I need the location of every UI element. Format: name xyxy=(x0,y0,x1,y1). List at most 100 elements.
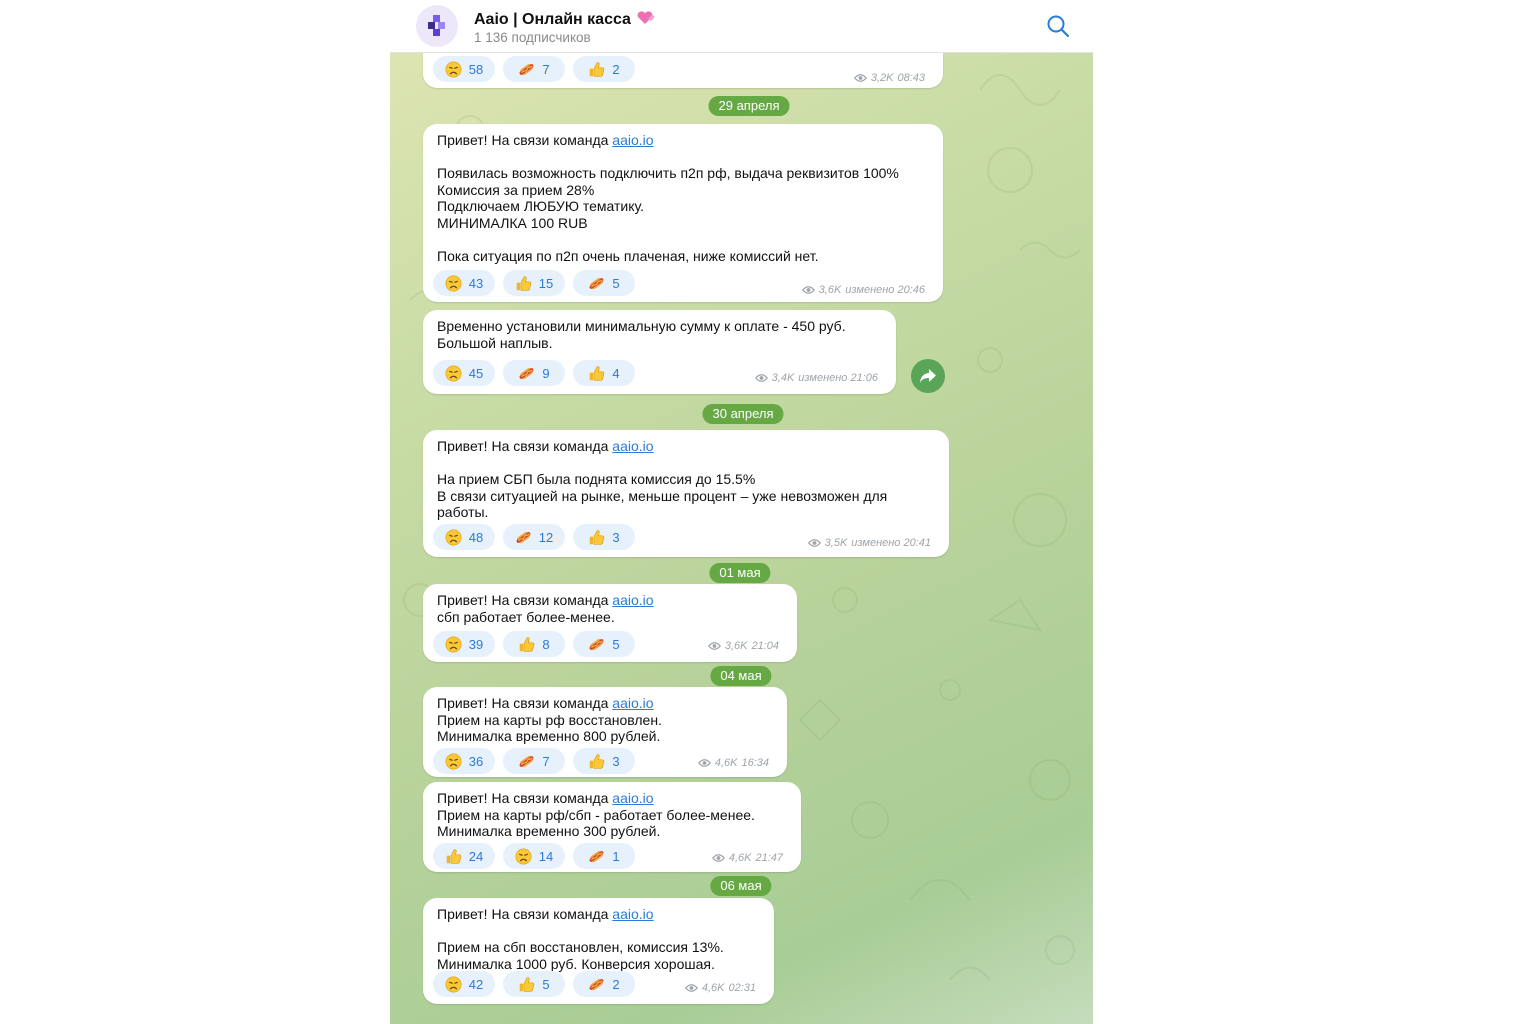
post-line: Минималка временно 300 рублей. xyxy=(437,823,661,840)
post-meta: 4,6K 02:31 xyxy=(684,982,756,994)
aaio-logo-icon xyxy=(428,15,445,36)
post-time: изменено 20:41 xyxy=(851,537,931,549)
channel-post[interactable]: Привет! На связи команда aaio.io Прием на… xyxy=(423,687,787,777)
post-text: Привет! На связи команда aaio.io Прием на… xyxy=(437,906,764,972)
channel-title-text: Aaio | Онлайн касса xyxy=(474,11,631,28)
reaction-count: 14 xyxy=(538,848,554,864)
reaction-count: 39 xyxy=(468,636,484,652)
post-line: работы. xyxy=(437,504,489,521)
reaction-chip-thumb[interactable]: 15 xyxy=(503,270,565,296)
sad-face-emoji-icon xyxy=(515,848,532,865)
reaction-chip-thumb[interactable]: 2 xyxy=(573,56,635,82)
eye-icon xyxy=(684,984,698,992)
greeting-text: Привет! На связи команда xyxy=(437,790,613,806)
reaction-chip-hotdog[interactable]: 1 xyxy=(573,843,635,869)
thumbs-up-emoji-icon xyxy=(518,976,535,993)
thumbs-up-emoji-icon xyxy=(588,61,605,78)
post-time: 08:43 xyxy=(897,72,925,84)
reaction-chip-hotdog[interactable]: 7 xyxy=(503,56,565,82)
greeting-text: Привет! На связи команда xyxy=(437,438,613,454)
sad-face-emoji-icon xyxy=(445,365,462,382)
eye-icon xyxy=(807,539,821,547)
channel-post[interactable]: Временно установили минимальную сумму к … xyxy=(423,310,896,394)
eye-icon xyxy=(707,642,721,650)
reaction-count: 45 xyxy=(468,365,484,381)
aaio-link[interactable]: aaio.io xyxy=(612,592,653,608)
reaction-chip-sad[interactable]: 39 xyxy=(433,631,495,657)
thumbs-up-emoji-icon xyxy=(588,753,605,770)
reaction-chip-thumb[interactable]: 4 xyxy=(573,360,635,386)
sad-face-emoji-icon xyxy=(445,636,462,653)
reaction-chip-hotdog[interactable]: 2 xyxy=(573,971,635,997)
reaction-count: 3 xyxy=(612,753,620,769)
thumbs-up-emoji-icon xyxy=(588,365,605,382)
channel-post[interactable]: Привет! На связи команда aaio.io Появилас… xyxy=(423,124,943,302)
hotdog-emoji-icon xyxy=(518,753,535,770)
date-separator: 04 мая xyxy=(710,666,772,686)
reaction-chip-sad[interactable]: 48 xyxy=(433,524,495,550)
hotdog-emoji-icon xyxy=(588,848,605,865)
hearts-emoji-icon xyxy=(635,10,655,31)
aaio-link[interactable]: aaio.io xyxy=(612,132,653,148)
channel-post[interactable]: Привет! На связи команда aaio.io сбп рабо… xyxy=(423,584,797,662)
reaction-chip-thumb[interactable]: 3 xyxy=(573,748,635,774)
post-time: изменено 20:46 xyxy=(845,284,925,296)
post-line: В связи ситуацией на рынке, меньше проце… xyxy=(437,487,888,504)
thumbs-up-emoji-icon xyxy=(518,636,535,653)
post-line: МИНИМАЛКА 100 RUB xyxy=(437,214,588,231)
view-count: 3,5K xyxy=(824,537,848,549)
reaction-bar: 39 8 5 xyxy=(433,631,635,657)
reaction-bar: 48 12 3 xyxy=(433,524,635,550)
share-button[interactable] xyxy=(911,359,945,393)
reaction-chip-sad[interactable]: 45 xyxy=(433,360,495,386)
reaction-chip-hotdog[interactable]: 9 xyxy=(503,360,565,386)
hotdog-emoji-icon xyxy=(515,529,532,546)
reaction-chip-thumb[interactable]: 3 xyxy=(573,524,635,550)
aaio-link[interactable]: aaio.io xyxy=(612,906,653,922)
reaction-count: 5 xyxy=(542,976,550,992)
reaction-chip-sad[interactable]: 14 xyxy=(503,843,565,869)
reaction-chip-hotdog[interactable]: 12 xyxy=(503,524,565,550)
post-text: Привет! На связи команда aaio.io Прием на… xyxy=(437,695,777,745)
reaction-count: 3 xyxy=(612,529,620,545)
reaction-count: 48 xyxy=(468,529,484,545)
eye-icon xyxy=(697,759,711,767)
view-count: 3,2K xyxy=(870,72,894,84)
search-icon xyxy=(1047,15,1070,38)
channel-avatar[interactable] xyxy=(416,5,458,47)
reaction-chip-sad[interactable]: 42 xyxy=(433,971,495,997)
reaction-chip-thumb[interactable]: 5 xyxy=(503,971,565,997)
channel-post[interactable]: Привет! На связи команда aaio.io Прием на… xyxy=(423,898,774,1004)
post-time: изменено 21:06 xyxy=(798,372,878,384)
sad-face-emoji-icon xyxy=(445,61,462,78)
reaction-count: 5 xyxy=(612,275,620,291)
aaio-link[interactable]: aaio.io xyxy=(612,438,653,454)
channel-title[interactable]: Aaio | Онлайн касса xyxy=(474,10,655,31)
channel-post[interactable]: Привет! На связи команда aaio.io На прием… xyxy=(423,430,949,557)
reaction-chip-sad[interactable]: 43 xyxy=(433,270,495,296)
reaction-chip-hotdog[interactable]: 7 xyxy=(503,748,565,774)
view-count: 4,6K xyxy=(701,982,725,994)
channel-post[interactable]: Привет! На связи команда aaio.io Прием на… xyxy=(423,782,801,872)
reaction-chip-hotdog[interactable]: 5 xyxy=(573,270,635,296)
post-line xyxy=(437,923,764,940)
reaction-chip-thumb[interactable]: 8 xyxy=(503,631,565,657)
post-line: Комиссия за прием 28% xyxy=(437,181,595,198)
reaction-chip-sad[interactable]: 36 xyxy=(433,748,495,774)
post-line: сбп работает более-менее. xyxy=(437,608,615,625)
reaction-chip-sad[interactable]: 58 xyxy=(433,56,495,82)
search-button[interactable] xyxy=(1046,14,1070,38)
post-line: Временно установили минимальную сумму к … xyxy=(437,318,846,334)
aaio-link[interactable]: aaio.io xyxy=(612,695,653,711)
post-line: Прием на карты рф восстановлен. xyxy=(437,711,662,728)
reaction-bar: 42 5 2 xyxy=(433,971,635,997)
reaction-count: 4 xyxy=(612,365,620,381)
thumbs-up-emoji-icon xyxy=(588,529,605,546)
post-text: Привет! На связи команда aaio.io сбп рабо… xyxy=(437,592,787,625)
reaction-chip-hotdog[interactable]: 5 xyxy=(573,631,635,657)
aaio-link[interactable]: aaio.io xyxy=(612,790,653,806)
date-separator: 30 апреля xyxy=(702,404,784,424)
reaction-chip-thumb[interactable]: 24 xyxy=(433,843,495,869)
hotdog-emoji-icon xyxy=(588,636,605,653)
channel-header: Aaio | Онлайн касса 1 136 подписчиков xyxy=(390,0,1093,53)
